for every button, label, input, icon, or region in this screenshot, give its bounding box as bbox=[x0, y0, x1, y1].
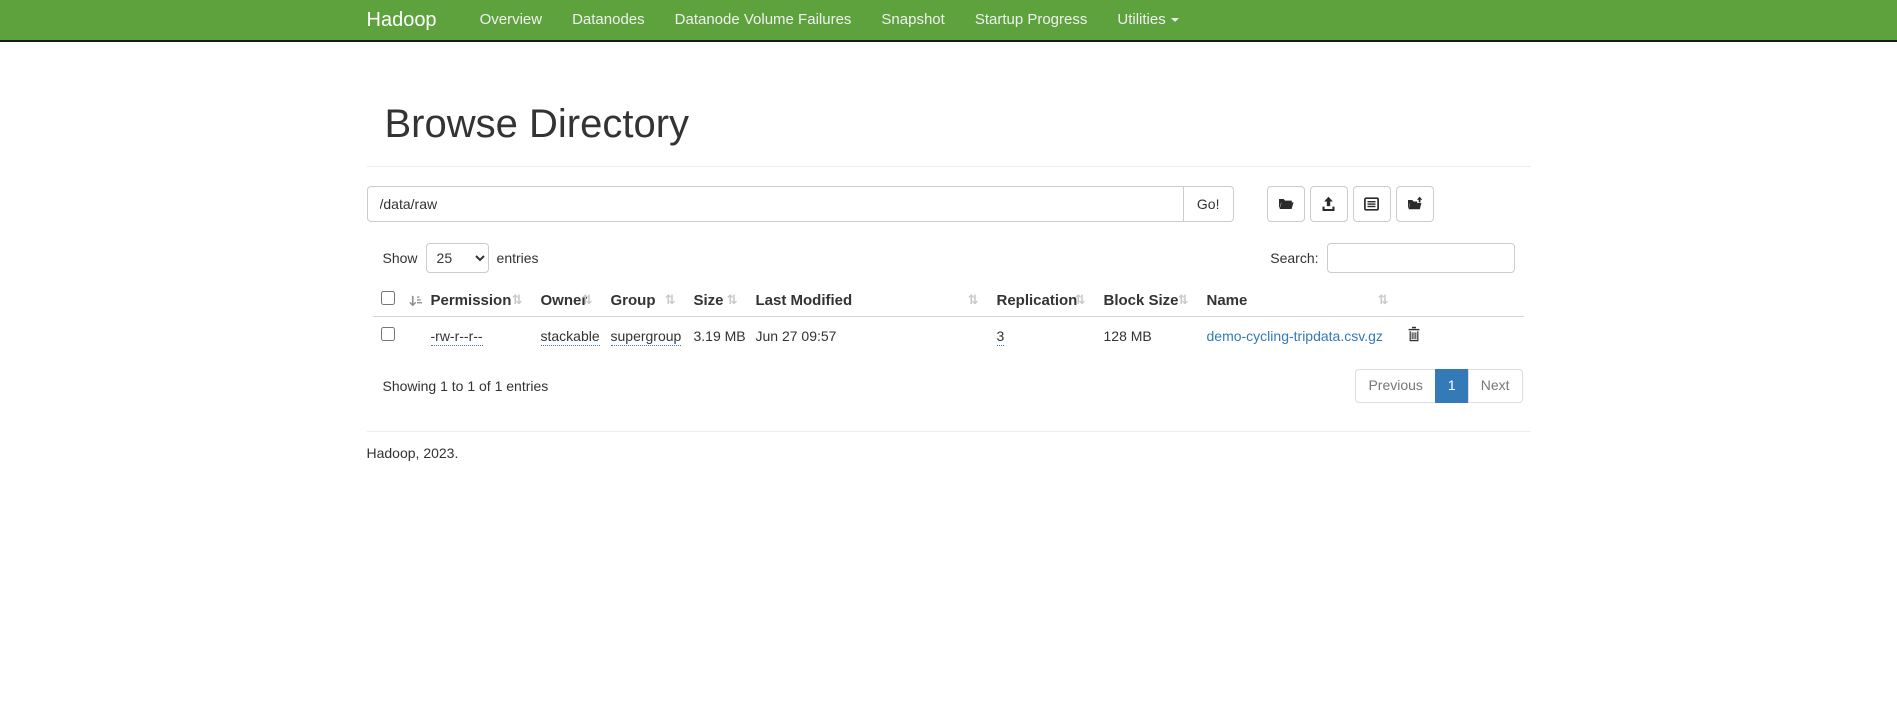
path-input-group: Go! bbox=[367, 186, 1234, 222]
column-header-group[interactable]: Group ⇅ bbox=[603, 284, 686, 317]
sort-toggle-icon[interactable]: ⇅ bbox=[1378, 293, 1389, 308]
nav-item-startup-progress[interactable]: Startup Progress bbox=[960, 0, 1103, 40]
file-link[interactable]: demo-cycling-tripdata.csv.gz bbox=[1207, 328, 1383, 344]
table-footer: Showing 1 to 1 of 1 entries Previous 1 N… bbox=[367, 369, 1531, 403]
utilities-label: Utilities bbox=[1117, 11, 1165, 28]
table-info: Showing 1 to 1 of 1 entries bbox=[383, 378, 549, 394]
nav-menu: Overview Datanodes Datanode Volume Failu… bbox=[465, 0, 1194, 40]
table-header-row: Permission⇅ Owner⇅ Group⇅ Size⇅ Last Mod… bbox=[373, 284, 1524, 317]
path-form: Go! bbox=[367, 186, 1531, 222]
column-label: Size bbox=[694, 292, 724, 309]
page-length-select[interactable]: 25 bbox=[426, 243, 489, 273]
entries-label: entries bbox=[497, 250, 539, 266]
permission-cell[interactable]: -rw-r--r-- bbox=[431, 328, 483, 346]
footer-text: Hadoop, 2023. bbox=[367, 445, 1531, 461]
list-icon bbox=[1363, 196, 1380, 212]
nav-item-utilities[interactable]: Utilities bbox=[1102, 0, 1193, 40]
show-label: Show bbox=[383, 250, 418, 266]
replication-cell[interactable]: 3 bbox=[997, 328, 1005, 346]
column-header-permission[interactable]: Permission⇅ bbox=[423, 284, 533, 317]
column-label: Name bbox=[1207, 292, 1248, 309]
create-directory-button[interactable] bbox=[1267, 186, 1305, 222]
delete-button[interactable] bbox=[1407, 326, 1421, 342]
owner-cell[interactable]: stackable bbox=[541, 328, 600, 346]
folder-open-icon bbox=[1277, 196, 1295, 212]
group-cell[interactable]: supergroup bbox=[611, 328, 682, 346]
path-input[interactable] bbox=[367, 186, 1184, 222]
upload-file-button[interactable] bbox=[1310, 186, 1348, 222]
go-button[interactable]: Go! bbox=[1183, 186, 1234, 222]
column-header-name[interactable]: Name ⇅ bbox=[1199, 284, 1399, 317]
column-label: Block Size bbox=[1104, 292, 1179, 309]
search-control: Search: bbox=[1270, 243, 1514, 273]
row-checkbox[interactable] bbox=[381, 327, 395, 341]
sort-toggle-icon[interactable]: ⇅ bbox=[665, 293, 676, 308]
size-cell: 3.19 MB bbox=[686, 317, 748, 354]
sort-amount-icon[interactable] bbox=[408, 294, 423, 309]
column-header-select bbox=[373, 284, 423, 317]
block-size-cell: 128 MB bbox=[1096, 317, 1199, 354]
column-label: Replication bbox=[997, 292, 1078, 309]
page-header: Browse Directory bbox=[367, 100, 1531, 167]
table-controls: Show 25 entries Search: bbox=[367, 243, 1531, 273]
column-label: Owner bbox=[541, 292, 588, 309]
nav-item-overview[interactable]: Overview bbox=[465, 0, 558, 40]
footer-divider bbox=[367, 431, 1531, 432]
pagination-previous[interactable]: Previous bbox=[1355, 369, 1435, 403]
set-quota-button[interactable] bbox=[1353, 186, 1391, 222]
search-label: Search: bbox=[1270, 250, 1318, 266]
column-label: Group bbox=[611, 292, 656, 309]
column-header-last-modified[interactable]: Last Modified ⇅ bbox=[748, 284, 989, 317]
last-modified-cell: Jun 27 09:57 bbox=[748, 317, 989, 354]
brand-hadoop[interactable]: Hadoop bbox=[367, 9, 437, 32]
page-title: Browse Directory bbox=[385, 100, 1531, 148]
search-input[interactable] bbox=[1327, 243, 1515, 273]
sort-toggle-icon[interactable]: ⇅ bbox=[968, 293, 979, 308]
upload-icon bbox=[1320, 196, 1337, 212]
sort-toggle-icon[interactable]: ⇅ bbox=[582, 293, 593, 308]
explorer-toolbar bbox=[1267, 186, 1434, 222]
sort-toggle-icon[interactable]: ⇅ bbox=[512, 293, 523, 308]
sort-toggle-icon[interactable]: ⇅ bbox=[727, 293, 738, 308]
file-table: Permission⇅ Owner⇅ Group⇅ Size⇅ Last Mod… bbox=[373, 284, 1524, 353]
table-row: -rw-r--r-- stackable supergroup 3.19 MB … bbox=[373, 317, 1524, 354]
column-label: Last Modified bbox=[756, 292, 853, 309]
pagination: Previous 1 Next bbox=[1355, 369, 1522, 403]
column-header-block-size[interactable]: Block Size⇅ bbox=[1096, 284, 1199, 317]
trash-icon bbox=[1407, 326, 1421, 342]
select-all-checkbox[interactable] bbox=[381, 291, 395, 305]
sort-toggle-icon[interactable]: ⇅ bbox=[1075, 293, 1086, 308]
navbar: Hadoop Overview Datanodes Datanode Volum… bbox=[0, 0, 1897, 42]
brand-label: Hadoop bbox=[367, 9, 437, 31]
nav-item-datanodes[interactable]: Datanodes bbox=[557, 0, 660, 40]
pagination-next[interactable]: Next bbox=[1468, 369, 1523, 403]
nav-item-snapshot[interactable]: Snapshot bbox=[866, 0, 959, 40]
caret-down-icon bbox=[1171, 18, 1179, 22]
column-header-owner[interactable]: Owner⇅ bbox=[533, 284, 603, 317]
column-label: Permission bbox=[431, 292, 512, 309]
column-header-replication[interactable]: Replication⇅ bbox=[989, 284, 1096, 317]
sort-toggle-icon[interactable]: ⇅ bbox=[1178, 293, 1189, 308]
nav-item-datanode-volume-failures[interactable]: Datanode Volume Failures bbox=[660, 0, 867, 40]
column-header-actions bbox=[1399, 284, 1524, 317]
snapshot-directory-button[interactable] bbox=[1396, 186, 1434, 222]
folder-upload-icon bbox=[1406, 196, 1424, 212]
page-length-control: Show 25 entries bbox=[383, 243, 539, 273]
column-header-size[interactable]: Size⇅ bbox=[686, 284, 748, 317]
pagination-page-1[interactable]: 1 bbox=[1435, 369, 1469, 403]
